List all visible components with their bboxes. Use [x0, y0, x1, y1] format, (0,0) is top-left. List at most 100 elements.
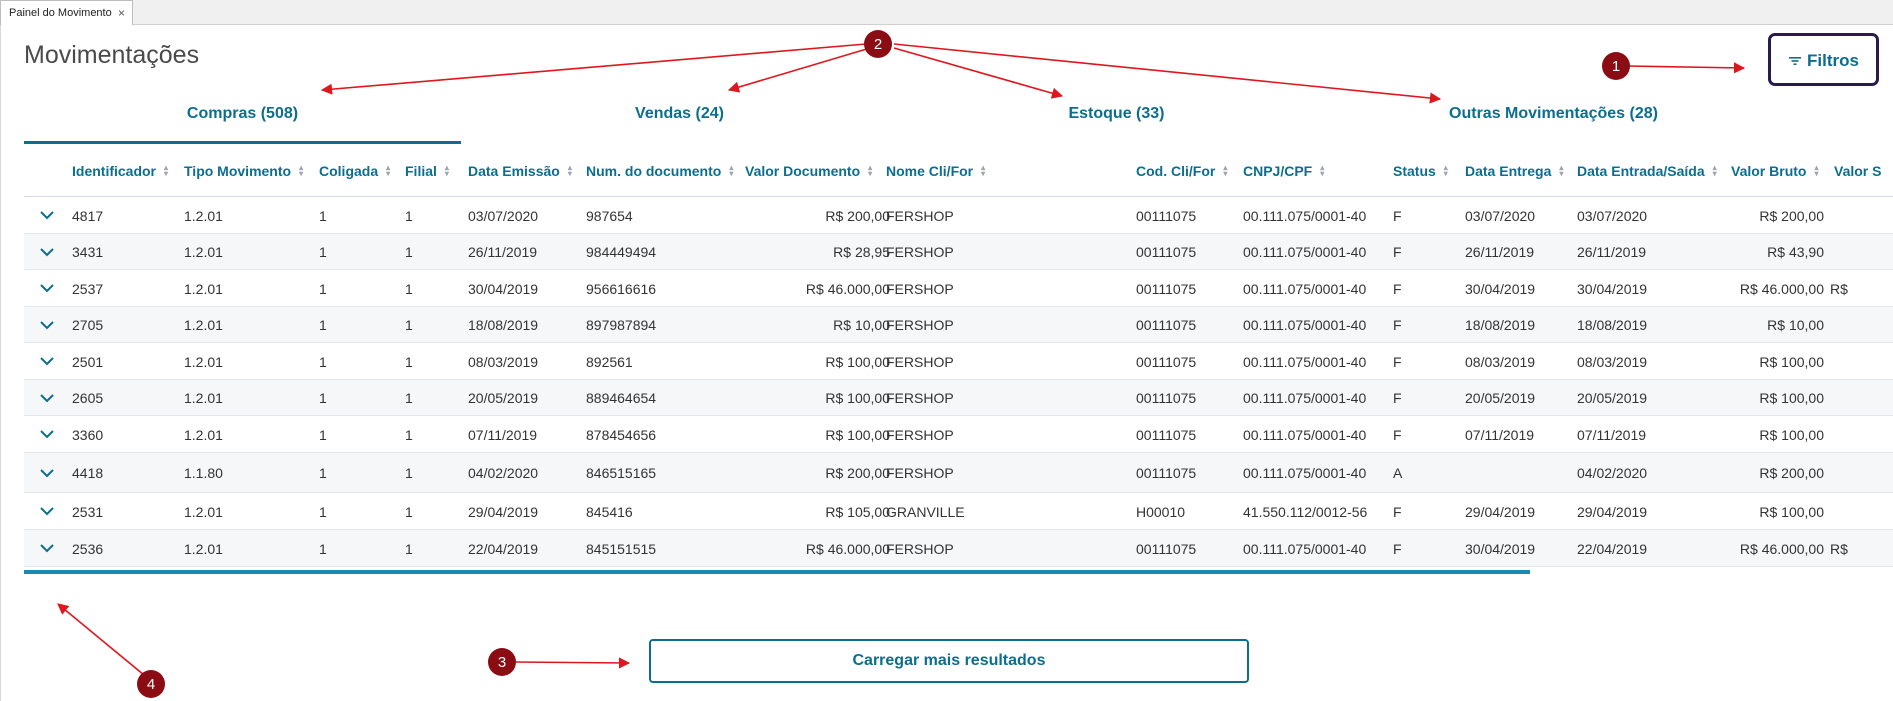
cell-filial: 1	[405, 280, 413, 297]
column-header-num-do-documento[interactable]: Num. do documento ▴ ▾	[586, 145, 733, 197]
table-row[interactable]: 2537 1.2.01 1 1 30/04/2019 956616616 R$ 46.000…	[24, 270, 1893, 307]
sort-icon: ▴ ▾	[729, 163, 734, 178]
table-row[interactable]: 2605 1.2.01 1 1 20/05/2019 889464654 R$ 100,00…	[24, 380, 1893, 416]
table-row[interactable]: 2705 1.2.01 1 1 18/08/2019 897987894 R$ 10,00 F…	[24, 307, 1893, 343]
cell-data-entrada-saida: 04/02/2020	[1577, 465, 1648, 481]
cell-data-entrada-saida: 26/11/2019	[1577, 244, 1647, 260]
column-header-cod-cli-for[interactable]: Cod. Cli/For ▴ ▾	[1136, 145, 1227, 197]
column-header-valor-bruto[interactable]: Valor Bruto ▴ ▾	[1731, 145, 1818, 197]
tab-vendas[interactable]: Vendas (24)	[461, 85, 898, 143]
cell-identificador: 2605	[72, 390, 104, 406]
chevron-down-icon[interactable]	[32, 380, 62, 416]
chevron-down-icon[interactable]	[32, 270, 62, 307]
cell-cod-cli-for: 00111075	[1136, 390, 1197, 406]
column-header-valor-documento[interactable]: Valor Documento ▴ ▾	[745, 145, 872, 197]
table-row[interactable]: 3431 1.2.01 1 1 26/11/2019 984449494 R$ 28,95 F…	[24, 234, 1893, 270]
cell-data-emissao: 26/11/2019	[468, 244, 538, 260]
chevron-down-icon[interactable]	[32, 343, 62, 380]
cell-status: F	[1393, 390, 1402, 406]
column-header-data-entrada-saida[interactable]: Data Entrada/Saída ▴ ▾	[1577, 145, 1717, 197]
cell-nome-cli-for: FERSHOP	[886, 280, 954, 297]
cell-coligada: 1	[319, 426, 327, 443]
column-header-tipo-movimento[interactable]: Tipo Movimento ▴ ▾	[184, 145, 303, 197]
horizontal-scrollbar[interactable]	[24, 570, 1530, 574]
cell-num-do-documento: 889464654	[586, 390, 657, 406]
cell-status: F	[1393, 207, 1402, 224]
sort-icon: ▴ ▾	[1712, 163, 1717, 178]
cell-data-entrada-saida: 30/04/2019	[1577, 280, 1648, 297]
cell-nome-cli-for: FERSHOP	[886, 540, 954, 557]
column-header-label: Nome Cli/For	[886, 163, 974, 179]
column-header-label: Identificador	[72, 163, 157, 179]
cell-data-emissao: 03/07/2020	[468, 207, 539, 224]
filters-button[interactable]: Filtros	[1782, 45, 1866, 77]
window-tabbar: Painel do Movimento ×	[0, 0, 1893, 25]
cell-cnpj-cpf: 00.111.075/0001-40	[1243, 353, 1367, 370]
chevron-down-icon[interactable]	[32, 493, 62, 530]
column-header-filial[interactable]: Filial ▴ ▾	[405, 145, 449, 197]
sort-icon: ▴ ▾	[299, 163, 304, 178]
filters-button-label: Filtros	[1807, 51, 1859, 70]
cell-valor-s	[1830, 416, 1893, 453]
cell-data-entrada-saida: 29/04/2019	[1577, 503, 1648, 520]
cell-num-do-documento: 956616616	[586, 280, 657, 297]
tab-outras-movimentacoes[interactable]: Outras Movimentações (28)	[1335, 85, 1772, 143]
cell-status: F	[1393, 353, 1402, 370]
cell-status: F	[1393, 540, 1402, 557]
chevron-down-icon[interactable]	[32, 234, 62, 270]
table-row[interactable]: 2531 1.2.01 1 1 29/04/2019 845416 R$ 105,00 GRA…	[24, 493, 1893, 530]
sort-icon: ▴ ▾	[981, 163, 986, 178]
cell-cnpj-cpf: 00.111.075/0001-40	[1243, 280, 1367, 297]
cell-valor-documento: R$ 100,00	[825, 390, 890, 406]
chevron-down-icon[interactable]	[32, 416, 62, 453]
cell-valor-s	[1830, 234, 1893, 270]
cell-filial: 1	[405, 207, 413, 224]
column-header-cnpj-cpf[interactable]: CNPJ/CPF ▴ ▾	[1243, 145, 1324, 197]
cell-filial: 1	[405, 465, 413, 481]
cell-valor-bruto: R$ 46.000,00	[1739, 280, 1824, 297]
column-header-coligada[interactable]: Coligada ▴ ▾	[319, 145, 390, 197]
chevron-down-icon[interactable]	[32, 197, 62, 234]
cell-valor-documento: R$ 200,00	[825, 465, 890, 481]
column-header-label: Coligada	[319, 163, 379, 179]
cell-data-entrega: 20/05/2019	[1465, 390, 1536, 406]
load-more-button[interactable]: Carregar mais resultados	[649, 639, 1249, 683]
close-icon[interactable]: ×	[118, 6, 125, 20]
window-tab[interactable]: Painel do Movimento ×	[0, 0, 133, 25]
sort-icon: ▴ ▾	[164, 163, 169, 178]
cell-identificador: 2705	[72, 317, 104, 333]
cell-valor-bruto: R$ 100,00	[1759, 426, 1824, 443]
cell-data-emissao: 20/05/2019	[468, 390, 539, 406]
table-row[interactable]: 4817 1.2.01 1 1 03/07/2020 987654 R$ 200,00 FER…	[24, 197, 1893, 234]
cell-coligada: 1	[319, 390, 327, 406]
column-header-identificador[interactable]: Identificador ▴ ▾	[72, 145, 168, 197]
column-header-label: Filial	[405, 163, 437, 179]
column-header-data-entrega[interactable]: Data Entrega ▴ ▾	[1465, 145, 1563, 197]
table-row[interactable]: 3360 1.2.01 1 1 07/11/2019 878454656 R$ 100,00…	[24, 416, 1893, 453]
cell-data-emissao: 22/04/2019	[468, 540, 539, 557]
cell-valor-bruto: R$ 43,90	[1767, 244, 1824, 260]
chevron-down-icon[interactable]	[32, 453, 62, 493]
column-header-status[interactable]: Status ▴ ▾	[1393, 145, 1448, 197]
column-header-valor-s[interactable]: Valor S	[1834, 145, 1881, 197]
cell-status: F	[1393, 280, 1402, 297]
chevron-down-icon[interactable]	[32, 307, 62, 343]
cell-valor-s: R$	[1830, 540, 1848, 557]
cell-num-do-documento: 987654	[586, 207, 633, 224]
tab-compras[interactable]: Compras (508)	[24, 85, 461, 143]
column-header-label: Data Entrada/Saída	[1577, 163, 1705, 179]
chevron-down-icon[interactable]	[32, 530, 62, 567]
cell-nome-cli-for: FERSHOP	[886, 353, 954, 370]
tab-estoque[interactable]: Estoque (33)	[898, 85, 1335, 143]
cell-tipo-movimento: 1.2.01	[184, 317, 223, 333]
cell-data-entrega: 07/11/2019	[1465, 426, 1535, 443]
table-row[interactable]: 4418 1.1.80 1 1 04/02/2020 846515165 R$ 200,00…	[24, 453, 1893, 493]
table-row[interactable]: 2501 1.2.01 1 1 08/03/2019 892561 R$ 100,00 FER…	[24, 343, 1893, 380]
column-header-nome-cli-for[interactable]: Nome Cli/For ▴ ▾	[886, 145, 985, 197]
page-title: Movimentações	[24, 41, 200, 69]
cell-identificador: 2536	[72, 540, 104, 557]
column-header-data-emissao[interactable]: Data Emissão ▴ ▾	[468, 145, 572, 197]
table-row[interactable]: 2536 1.2.01 1 1 22/04/2019 845151515 R$ 46.000…	[24, 530, 1893, 567]
cell-tipo-movimento: 1.2.01	[184, 207, 223, 224]
cell-identificador: 2531	[72, 503, 104, 520]
